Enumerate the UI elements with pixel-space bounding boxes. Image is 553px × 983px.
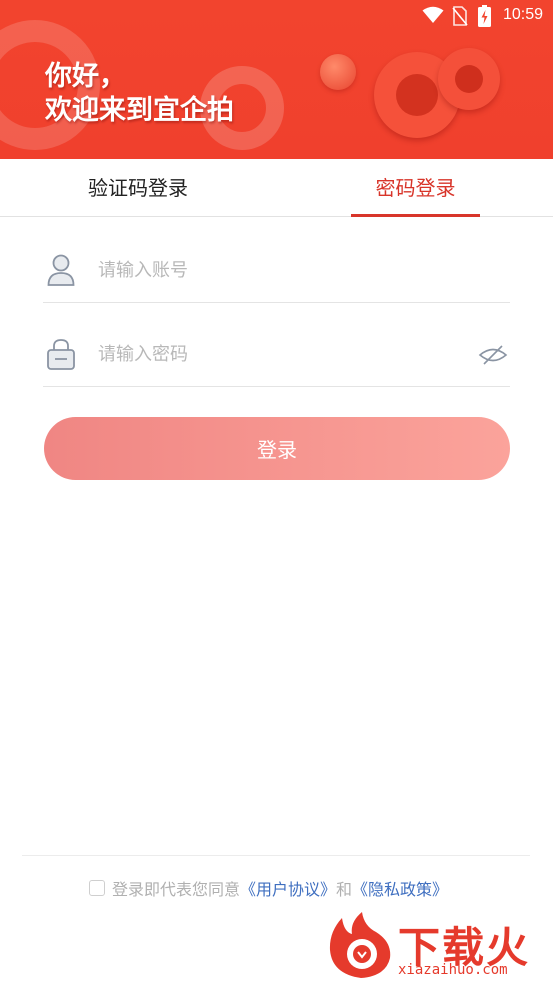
flame-logo-icon xyxy=(329,912,391,978)
no-sim-icon xyxy=(452,6,468,26)
decor-ball xyxy=(320,54,356,90)
status-bar: 10:59 xyxy=(0,0,553,32)
password-input[interactable] xyxy=(98,337,468,371)
footer-divider xyxy=(22,855,530,856)
lock-icon xyxy=(47,339,75,370)
watermark-logo: 下载火 xiazaihuo.com xyxy=(326,912,551,980)
greeting-line-2: 欢迎来到宜企拍 xyxy=(45,95,234,126)
privacy-policy-link[interactable]: 《隐私政策》 xyxy=(352,876,448,900)
account-input[interactable] xyxy=(98,253,468,287)
tab-password-login[interactable]: 密码登录 xyxy=(351,159,480,217)
password-field xyxy=(43,301,510,387)
agreement-row: 登录即代表您同意 《用户协议》 和 《隐私政策》 xyxy=(89,876,448,900)
status-time: 10:59 xyxy=(502,6,543,23)
agreement-prefix: 登录即代表您同意 xyxy=(112,880,241,899)
agreement-conjunction: 和 xyxy=(336,880,353,899)
greeting-line-1: 你好， xyxy=(45,61,126,92)
decor-ring xyxy=(438,48,500,110)
tab-sms-login[interactable]: 验证码登录 xyxy=(68,159,208,217)
battery-charging-icon xyxy=(478,5,491,27)
login-tabs: 验证码登录 密码登录 xyxy=(0,159,553,217)
greeting: 你好， 欢迎来到宜企拍 xyxy=(45,60,234,128)
account-field xyxy=(43,217,510,303)
user-icon xyxy=(47,254,75,286)
watermark-url: xiazaihuo.com xyxy=(398,962,508,978)
eye-off-icon[interactable] xyxy=(478,343,508,367)
wifi-icon xyxy=(422,6,444,23)
user-agreement-link[interactable]: 《用户协议》 xyxy=(240,876,336,900)
agreement-checkbox[interactable] xyxy=(89,880,105,896)
login-button[interactable]: 登录 xyxy=(44,417,510,480)
